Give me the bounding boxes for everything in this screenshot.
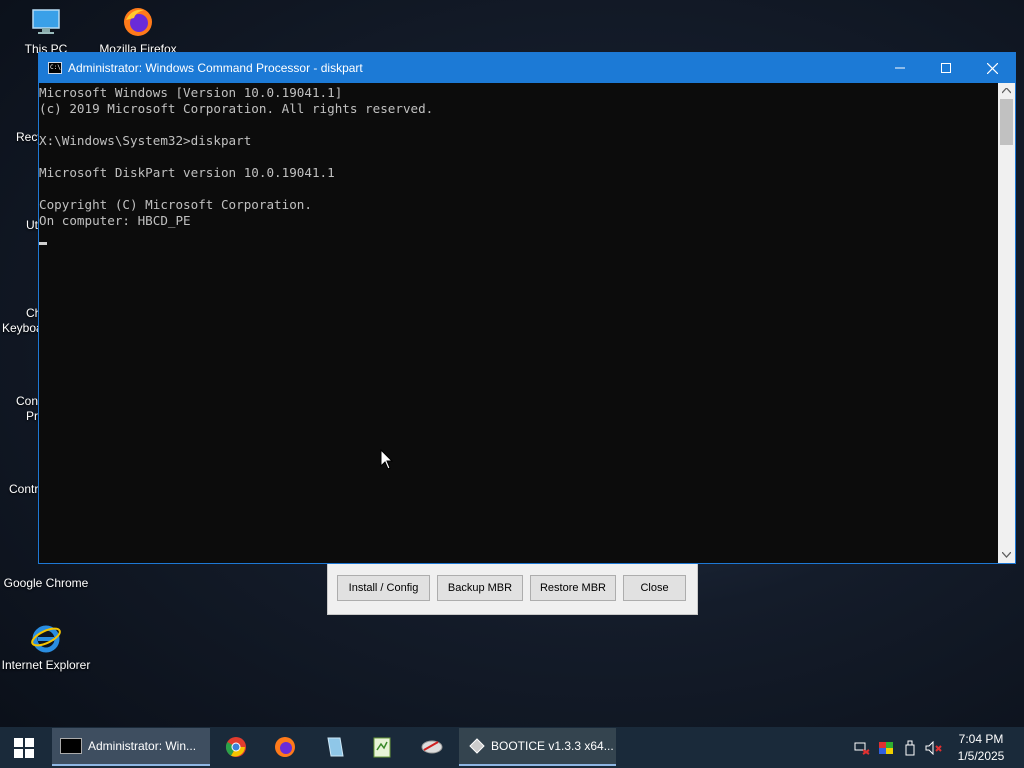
display-icon[interactable] — [874, 741, 898, 755]
mouse-pointer-icon — [380, 449, 394, 470]
desktop-icon-label: Pr — [26, 409, 38, 423]
console-line: Microsoft DiskPart version 10.0.19041.1 — [39, 165, 335, 180]
text-cursor — [39, 242, 47, 245]
cmd-icon — [60, 738, 82, 754]
desktop-icon-this-pc[interactable]: This PC — [0, 6, 92, 56]
taskbar: Administrator: Win... BOOTICE v1.3.3 x64… — [0, 727, 1024, 768]
taskbar-app-2[interactable] — [362, 731, 402, 763]
cmd-app-icon — [48, 62, 62, 74]
desktop-icon-keyboard-partial[interactable]: Ch Keyboa — [2, 306, 43, 336]
taskbar-item-cmd[interactable]: Administrator: Win... — [52, 728, 210, 766]
vertical-scrollbar[interactable] — [998, 83, 1015, 563]
desktop-icon-label: Contr — [9, 482, 39, 496]
desktop-icon-label: Keyboa — [2, 321, 43, 335]
maximize-icon — [941, 63, 951, 73]
firefox-icon — [275, 737, 295, 757]
network-icon[interactable] — [850, 741, 874, 755]
taskbar-item-bootice[interactable]: BOOTICE v1.3.3 x64... — [459, 728, 616, 766]
desktop-icon-label: Ut — [26, 218, 38, 232]
desktop-icon-utilities-partial[interactable]: Ut — [26, 218, 38, 232]
console-line: On computer: HBCD_PE — [39, 213, 191, 228]
console-line: Copyright (C) Microsoft Corporation. — [39, 197, 312, 212]
console-line: X:\Windows\System32>diskpart — [39, 133, 252, 148]
scrollbar-thumb[interactable] — [1000, 99, 1013, 145]
chrome-icon — [225, 737, 246, 757]
desktop-icon-control-panel-partial[interactable]: Contr — [9, 482, 38, 496]
scroll-up-arrow-icon[interactable] — [998, 83, 1015, 99]
volume-muted-icon[interactable] — [922, 740, 946, 755]
console-output[interactable]: Microsoft Windows [Version 10.0.19041.1]… — [39, 83, 998, 563]
internet-explorer-icon — [30, 622, 62, 654]
taskbar-firefox[interactable] — [265, 731, 305, 763]
console-line: (c) 2019 Microsoft Corporation. All righ… — [39, 101, 434, 116]
close-button[interactable]: Close — [623, 575, 686, 601]
console-line: Microsoft Windows [Version 10.0.19041.1] — [39, 85, 343, 100]
firefox-icon — [122, 6, 154, 38]
window-title: Administrator: Windows Command Processor… — [68, 61, 363, 75]
editor-icon — [373, 737, 391, 758]
computer-icon — [30, 6, 62, 38]
show-desktop-button[interactable] — [1016, 727, 1024, 768]
desktop-icon-label: Con — [16, 394, 39, 408]
windows-logo-icon — [14, 737, 34, 758]
taskbar-item-label: Administrator: Win... — [88, 739, 197, 753]
desktop-icon-label: Ch — [26, 306, 42, 320]
clock-date: 1/5/2025 — [957, 748, 1005, 763]
usb-icon[interactable] — [898, 740, 922, 756]
taskbar-app-3[interactable] — [412, 731, 452, 763]
scroll-down-arrow-icon[interactable] — [998, 547, 1015, 563]
system-tray: 7:04 PM 1/5/2025 — [850, 727, 1024, 768]
restore-mbr-button[interactable]: Restore MBR — [530, 575, 616, 601]
taskbar-item-label: BOOTICE v1.3.3 x64... — [491, 739, 614, 753]
maximize-button[interactable] — [923, 53, 969, 83]
close-icon — [986, 62, 998, 74]
notepad-icon — [327, 737, 344, 757]
start-button[interactable] — [0, 727, 48, 768]
taskbar-chrome[interactable] — [216, 731, 256, 763]
install-config-button[interactable]: Install / Config — [337, 575, 430, 601]
desktop-icon-internet-explorer[interactable]: Internet Explorer — [0, 622, 92, 672]
desktop-icon-label: Google Chrome — [3, 576, 89, 590]
minimize-button[interactable] — [877, 53, 923, 83]
taskbar-app-1[interactable] — [314, 731, 354, 763]
desktop-icon-command-partial[interactable]: Con Pr — [16, 394, 38, 424]
cmd-titlebar[interactable]: Administrator: Windows Command Processor… — [39, 53, 1015, 83]
close-window-button[interactable] — [969, 53, 1015, 83]
bootice-dialog: Install / Config Backup MBR Restore MBR … — [327, 563, 698, 615]
desktop-icon-firefox[interactable]: Mozilla Firefox — [92, 6, 184, 56]
disk-tool-icon — [421, 740, 443, 754]
taskbar-clock[interactable]: 7:04 PM 1/5/2025 — [946, 731, 1016, 765]
clock-time: 7:04 PM — [958, 731, 1004, 746]
bootice-icon — [469, 738, 485, 754]
backup-mbr-button[interactable]: Backup MBR — [437, 575, 523, 601]
cmd-window[interactable]: Administrator: Windows Command Processor… — [38, 52, 1016, 564]
desktop-icon-label: Internet Explorer — [1, 658, 91, 672]
minimize-icon — [895, 67, 905, 69]
